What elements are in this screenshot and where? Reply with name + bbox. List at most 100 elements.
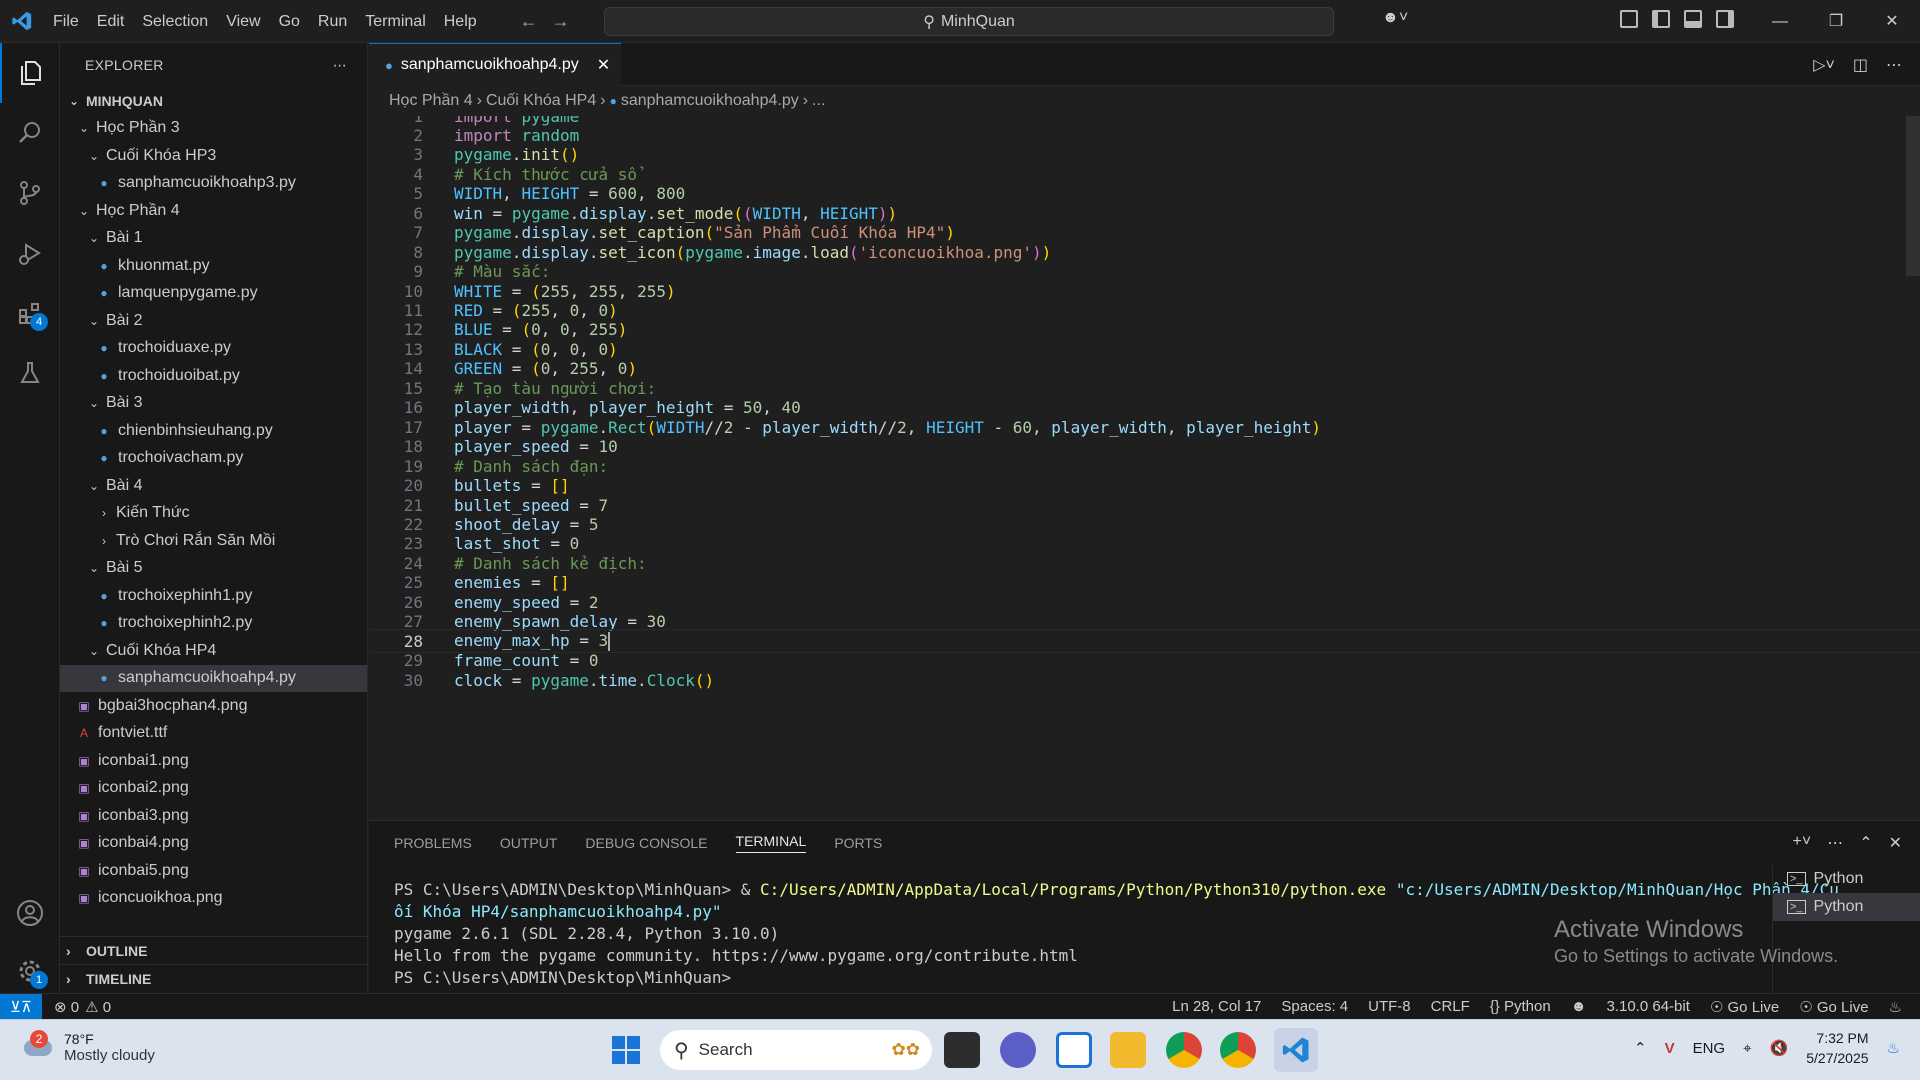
outline-section[interactable]: › OUTLINE: [60, 936, 367, 964]
tree-folder[interactable]: › Trò Chơi Rắn Săn Mồi: [60, 527, 367, 555]
errors-indicator[interactable]: ⊗ 0: [54, 998, 79, 1016]
more-actions-icon[interactable]: ⋯: [1827, 833, 1843, 853]
toggle-panel-icon[interactable]: [1684, 10, 1702, 28]
remote-indicator-icon[interactable]: ⊻⊼: [0, 993, 42, 1020]
panel-tab-ports[interactable]: PORTS: [834, 835, 882, 851]
panel-tab-terminal[interactable]: TERMINAL: [735, 833, 807, 853]
tree-file[interactable]: ▣ iconbai1.png: [60, 747, 367, 775]
python-interpreter[interactable]: 3.10.0 64-bit: [1606, 998, 1689, 1016]
run-debug-icon[interactable]: [0, 223, 60, 283]
close-tab-icon[interactable]: ✕: [597, 55, 610, 75]
vscode-taskbar-icon[interactable]: [1274, 1028, 1318, 1072]
split-editor-icon[interactable]: ◫: [1853, 55, 1868, 75]
menu-help[interactable]: Help: [435, 0, 486, 43]
clock[interactable]: 7:32 PM 5/27/2025: [1806, 1028, 1868, 1068]
tree-folder[interactable]: ⌄ Bài 3: [60, 390, 367, 418]
tree-file[interactable]: ● trochoixephinh1.py: [60, 582, 367, 610]
start-button-windows-icon[interactable]: [608, 1032, 644, 1068]
back-arrow-icon[interactable]: ←: [520, 11, 538, 32]
menu-view[interactable]: View: [217, 0, 269, 43]
encoding[interactable]: UTF-8: [1368, 998, 1411, 1016]
notifications-bell-icon[interactable]: ♨: [1889, 998, 1902, 1016]
task-view-icon[interactable]: [944, 1032, 980, 1068]
breadcrumb-item[interactable]: Cuối Khóa HP4: [486, 92, 596, 110]
editor-scrollbar[interactable]: [1906, 116, 1920, 276]
more-actions-icon[interactable]: ⋯: [333, 57, 347, 74]
menu-terminal[interactable]: Terminal: [356, 0, 434, 43]
tree-file[interactable]: ▣ iconbai5.png: [60, 857, 367, 885]
tree-file[interactable]: ● khuonmat.py: [60, 252, 367, 280]
tree-file[interactable]: ● sanphamcuoikhoahp3.py: [60, 170, 367, 198]
menu-edit[interactable]: Edit: [88, 0, 134, 43]
tab-sanphamcuoikhoahp4[interactable]: ● sanphamcuoikhoahp4.py ✕: [369, 43, 621, 86]
copilot-status-icon[interactable]: ☻: [1571, 998, 1587, 1016]
menu-run[interactable]: Run: [309, 0, 356, 43]
source-control-icon[interactable]: [0, 163, 60, 223]
chrome-icon[interactable]: [1166, 1032, 1202, 1068]
weather-widget[interactable]: 2 78°F Mostly cloudy: [20, 1030, 155, 1064]
toggle-sidebar-icon[interactable]: [1652, 10, 1670, 28]
volume-muted-icon[interactable]: 🔇: [1770, 1039, 1789, 1057]
tree-file[interactable]: Afontviet.ttf: [60, 720, 367, 748]
tree-file[interactable]: ● trochoivacham.py: [60, 445, 367, 473]
warnings-indicator[interactable]: ⚠ 0: [85, 998, 111, 1016]
new-terminal-icon[interactable]: +˅: [1793, 833, 1812, 853]
customize-layout-icon[interactable]: [1620, 10, 1638, 28]
chrome-profile-icon[interactable]: [1220, 1032, 1256, 1068]
cursor-position[interactable]: Ln 28, Col 17: [1172, 998, 1261, 1016]
tree-folder[interactable]: ⌄ Bài 4: [60, 472, 367, 500]
maximize-button[interactable]: ❐: [1808, 0, 1864, 43]
close-panel-icon[interactable]: ✕: [1889, 833, 1902, 853]
search-activity-icon[interactable]: [0, 103, 60, 163]
tree-file[interactable]: ● trochoiduaxe.py: [60, 335, 367, 363]
terminal-instance[interactable]: >_ Python: [1773, 865, 1920, 893]
panel-tab-debug-console[interactable]: DEBUG CONSOLE: [585, 835, 707, 851]
tree-folder[interactable]: ⌄ Học Phần 4: [60, 197, 367, 225]
go-live-button[interactable]: ☉ Go Live: [1710, 998, 1779, 1016]
tree-folder[interactable]: ⌄ Bài 2: [60, 307, 367, 335]
tree-folder[interactable]: ⌄ Cuối Khóa HP3: [60, 142, 367, 170]
breadcrumb-item[interactable]: ...: [812, 92, 825, 110]
workspace-root[interactable]: ⌄ MINHQUAN: [60, 87, 367, 115]
tree-folder[interactable]: ⌄ Bài 5: [60, 555, 367, 583]
tree-folder[interactable]: › Kiến Thức: [60, 500, 367, 528]
toggle-secondary-sidebar-icon[interactable]: [1716, 10, 1734, 28]
microsoft-store-icon[interactable]: [1056, 1032, 1092, 1068]
tree-file[interactable]: ▣ bgbai3hocphan4.png: [60, 692, 367, 720]
explorer-activity-icon[interactable]: [0, 43, 60, 103]
taskbar-search[interactable]: ⚲ Search ✿✿: [660, 1030, 932, 1070]
forward-arrow-icon[interactable]: →: [552, 11, 570, 32]
command-center-search[interactable]: ⚲ MinhQuan: [604, 7, 1334, 36]
file-explorer-icon[interactable]: [1110, 1032, 1146, 1068]
run-python-file-icon[interactable]: ▷˅: [1813, 55, 1835, 75]
input-language[interactable]: ENG: [1693, 1040, 1726, 1057]
tree-file[interactable]: ● trochoixephinh2.py: [60, 610, 367, 638]
testing-icon[interactable]: [0, 343, 60, 403]
close-window-button[interactable]: ✕: [1864, 0, 1920, 43]
menu-selection[interactable]: Selection: [133, 0, 217, 43]
tree-folder[interactable]: ⌄ Bài 1: [60, 225, 367, 253]
panel-tab-problems[interactable]: PROBLEMS: [394, 835, 472, 851]
code-editor[interactable]: 1 import pygame 2 import random 3 pygame.init…: [369, 116, 1920, 820]
tree-folder[interactable]: ⌄ Học Phần 3: [60, 115, 367, 143]
settings-gear-icon[interactable]: 1: [0, 941, 60, 1001]
accounts-icon[interactable]: [0, 883, 60, 943]
tree-file[interactable]: ▣ iconcuoikhoa.png: [60, 885, 367, 913]
extensions-icon[interactable]: 4: [0, 283, 60, 343]
breadcrumb-item[interactable]: Học Phần 4: [389, 92, 473, 110]
breadcrumb-item[interactable]: sanphamcuoikhoahp4.py: [621, 92, 799, 110]
tree-file[interactable]: ▣ iconbai4.png: [60, 830, 367, 858]
teams-chat-icon[interactable]: [1000, 1032, 1036, 1068]
more-actions-icon[interactable]: ⋯: [1886, 55, 1902, 75]
panel-tab-output[interactable]: OUTPUT: [500, 835, 558, 851]
indentation[interactable]: Spaces: 4: [1281, 998, 1348, 1016]
wifi-icon[interactable]: ⌖: [1743, 1040, 1751, 1057]
tree-file[interactable]: ● lamquenpygame.py: [60, 280, 367, 308]
notification-bell-icon[interactable]: ♨: [1887, 1039, 1900, 1057]
tree-folder[interactable]: ⌄ Cuối Khóa HP4: [60, 637, 367, 665]
tree-file[interactable]: ● sanphamcuoikhoahp4.py: [60, 664, 367, 692]
menu-go[interactable]: Go: [270, 0, 309, 43]
line-ending[interactable]: CRLF: [1431, 998, 1470, 1016]
tray-app-icon[interactable]: V: [1665, 1040, 1675, 1057]
menu-file[interactable]: File: [44, 0, 88, 43]
